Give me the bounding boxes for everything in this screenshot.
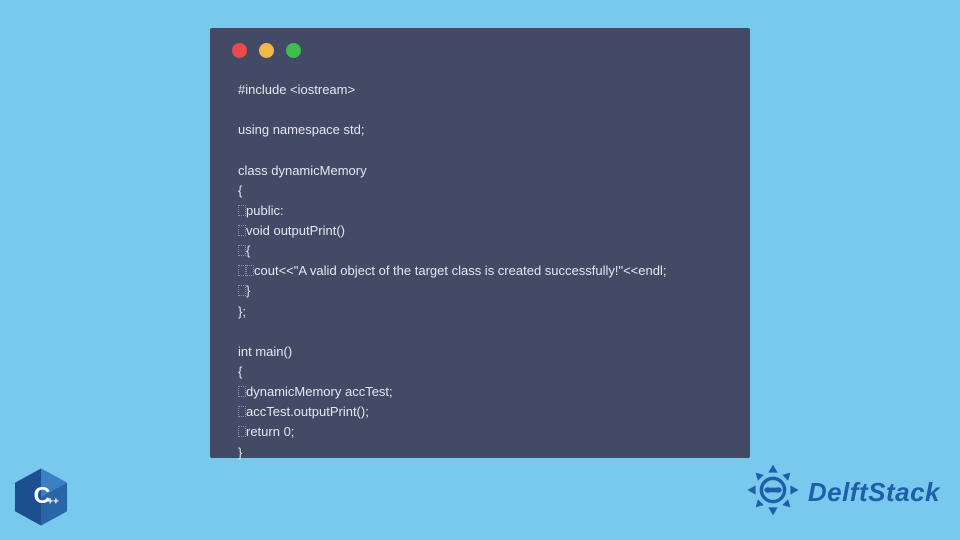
close-icon [232, 43, 247, 58]
code-block: #include <iostream> using namespace std;… [210, 58, 750, 463]
window-titlebar [210, 28, 750, 58]
cpp-logo-icon: C ++ [10, 466, 72, 528]
brand: DelftStack [744, 461, 940, 524]
cpp-plus-plus: ++ [47, 496, 59, 507]
maximize-icon [286, 43, 301, 58]
brand-text: DelftStack [808, 477, 940, 508]
brand-logo-icon [744, 461, 802, 524]
code-window: #include <iostream> using namespace std;… [210, 28, 750, 458]
minimize-icon [259, 43, 274, 58]
